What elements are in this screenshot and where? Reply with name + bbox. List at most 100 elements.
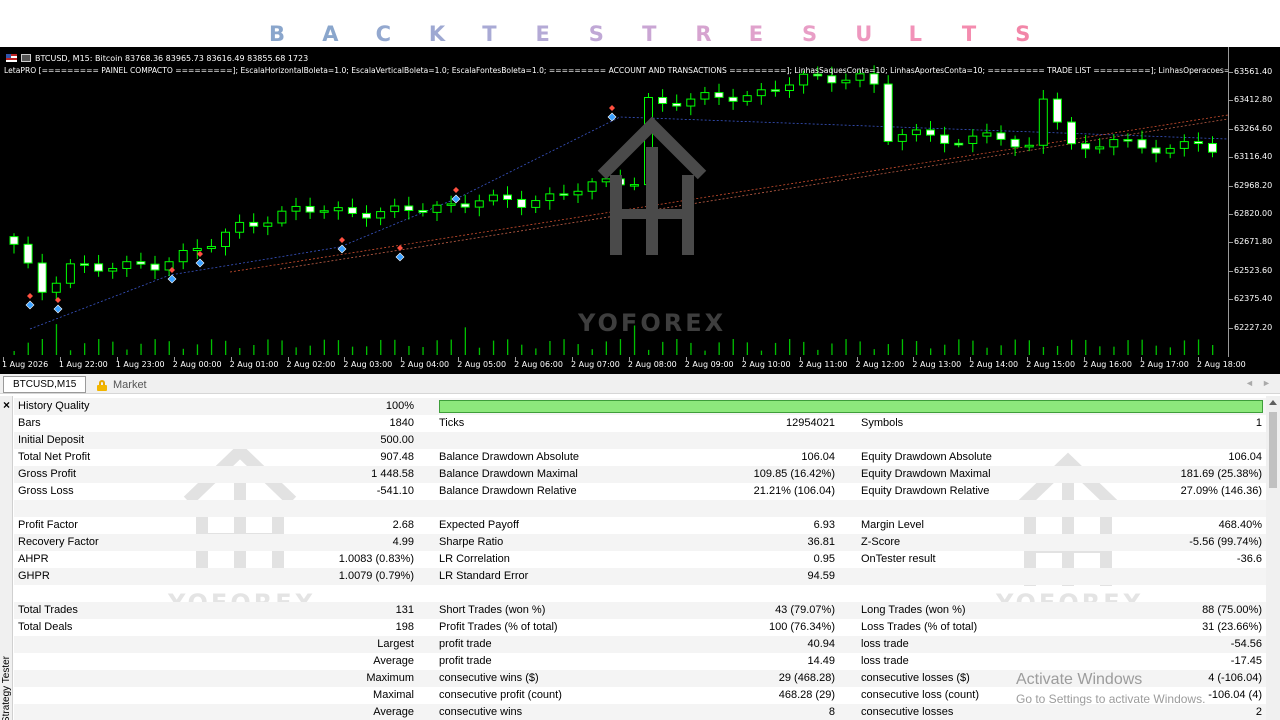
candle-body [756, 89, 766, 97]
volume-bar [648, 349, 650, 355]
volume-bar [450, 339, 452, 355]
results-cell: GHPR [18, 570, 50, 582]
candle-body [37, 262, 47, 293]
time-label: 2 Aug 12:00 [855, 360, 905, 369]
results-cell: consecutive wins ($) [439, 672, 539, 684]
results-cell: 500.00 [380, 434, 414, 446]
volume-bar [253, 344, 255, 355]
volume-bar [478, 347, 481, 355]
volume-bar [986, 347, 988, 355]
price-tick [1229, 185, 1233, 187]
volume-bar [901, 339, 904, 355]
banner-letter: E [535, 22, 550, 46]
price-tick [1229, 299, 1233, 301]
watermark-logo-chart: YOFOREX [578, 117, 723, 337]
tab-btcusd-m15[interactable]: BTCUSD,M15 [3, 376, 87, 393]
tab-scroll-left-icon[interactable]: ◄ [1245, 378, 1254, 388]
results-cell: Maximal [373, 689, 414, 701]
results-cell: 4.99 [392, 536, 414, 548]
results-cell: 31 (23.66%) [1202, 621, 1262, 633]
candle-body [1109, 139, 1119, 148]
candle-body [883, 83, 893, 142]
scroll-up-icon[interactable] [1269, 400, 1277, 405]
volume-bar [436, 340, 438, 355]
candle-body [291, 205, 301, 212]
trade-exit-marker [339, 237, 345, 243]
volume-bar [69, 350, 72, 355]
banner-letter: K [428, 22, 446, 46]
close-icon[interactable]: × [1, 399, 12, 411]
time-tick [1027, 357, 1029, 361]
time-label: 2 Aug 05:00 [457, 360, 507, 369]
volume-bar [267, 339, 269, 355]
time-label: 2 Aug 10:00 [741, 360, 791, 369]
results-cell: 468.28 (29) [778, 689, 835, 701]
candle-body [968, 135, 978, 144]
time-tick [287, 357, 289, 361]
time-tick [628, 357, 630, 361]
volume-bar [366, 346, 368, 355]
results-cell: consecutive profit (count) [439, 689, 562, 701]
price-label: 62820.00 [1234, 209, 1273, 218]
volume-bar [140, 343, 142, 355]
tab-market[interactable]: Market [97, 377, 147, 393]
candle-body [178, 249, 188, 263]
vertical-scrollbar[interactable] [1266, 396, 1280, 720]
volume-bar [492, 340, 495, 355]
trade-exit-marker [609, 105, 615, 111]
price-tick [1229, 128, 1233, 130]
time-tick [913, 357, 915, 361]
results-cell: LR Correlation [439, 553, 510, 565]
scroll-thumb[interactable] [1269, 412, 1277, 488]
volume-bar [718, 342, 720, 355]
results-cell: 0.95 [813, 553, 835, 565]
volume-bar [577, 344, 579, 355]
banner-letter: S [802, 22, 818, 46]
results-cell: 2.68 [392, 519, 414, 531]
candle-body [742, 95, 752, 102]
trade-exit-marker [27, 293, 33, 299]
candle-body [80, 263, 89, 266]
results-cell: 43 (79.07%) [775, 604, 835, 616]
volume-bar [591, 349, 593, 355]
candle-body [94, 263, 104, 272]
time-tick [1084, 357, 1086, 361]
results-cell: Balance Drawdown Maximal [439, 468, 578, 480]
results-cell: 131 [395, 604, 414, 616]
price-tick [1229, 270, 1233, 272]
volume-bar [239, 348, 241, 355]
volume-bar [1099, 346, 1101, 355]
results-cell: 1 448.58 [371, 468, 414, 480]
volume-bar [662, 341, 664, 355]
price-tick [1229, 72, 1233, 73]
volume-bar [225, 340, 227, 355]
time-tick [230, 357, 232, 361]
candle-body [23, 243, 33, 264]
price-tick [1229, 327, 1233, 329]
candle-body [9, 236, 19, 245]
price-label: 62523.60 [1234, 265, 1273, 275]
tab-scroll-right-icon[interactable]: ► [1262, 378, 1271, 388]
volume-bar [126, 349, 128, 355]
time-label: 2 Aug 16:00 [1083, 360, 1132, 369]
results-cell: -541.10 [376, 485, 414, 497]
price-label: 63116.40 [1234, 152, 1273, 162]
candle-body [940, 134, 950, 144]
price-axis[interactable] [1228, 47, 1229, 357]
symbol-icon [21, 54, 31, 62]
results-cell: 21.21% (106.04) [753, 485, 835, 497]
price-tick [1229, 157, 1233, 159]
candle-body [1123, 139, 1133, 142]
results-row: Average profit trade 14.49 loss trade -17.45 [14, 653, 1266, 670]
price-tick [1229, 100, 1233, 102]
results-cell: -5.56 (99.74%) [1189, 536, 1262, 548]
price-chart[interactable]: YOFOREX BTCUSD, M15: Bitcoin 83768.36 83… [0, 47, 1280, 374]
candle-body [333, 207, 343, 212]
price-label: 62375.40 [1234, 294, 1273, 304]
results-row: Initial Deposit 500.00 [14, 432, 1266, 449]
candle-body [235, 221, 245, 233]
volume-bar [323, 339, 325, 355]
candle-body [531, 200, 541, 208]
candle-body [108, 267, 118, 272]
results-cell: 109.85 (16.42%) [753, 468, 835, 480]
